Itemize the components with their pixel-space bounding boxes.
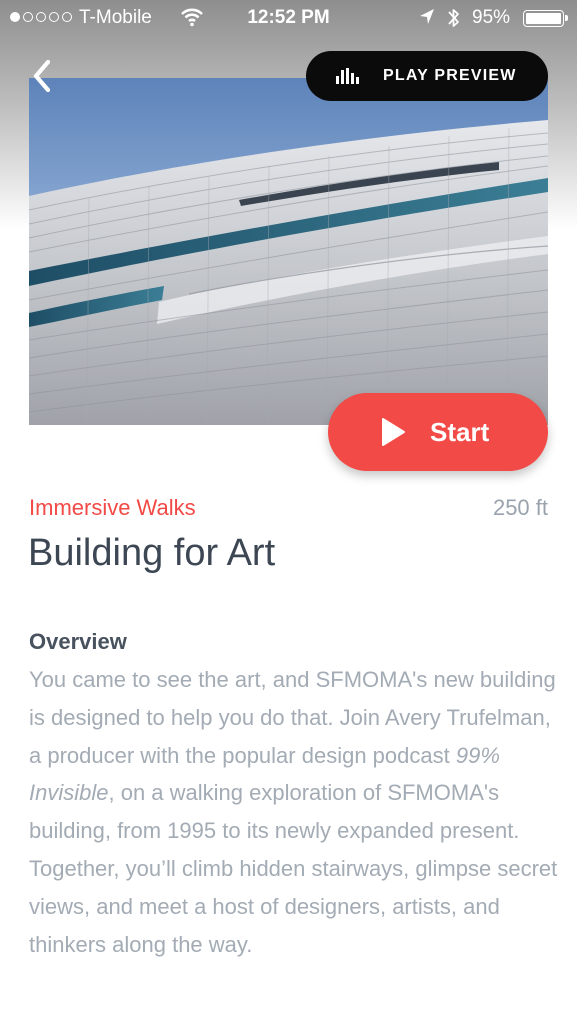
- chevron-left-icon: [33, 59, 51, 93]
- battery-percent: 95%: [472, 7, 511, 28]
- tour-title: Building for Art: [28, 532, 276, 574]
- overview-text-part2: , on a walking exploration of SFMOMA's b…: [29, 780, 558, 957]
- play-preview-button[interactable]: PLAY PREVIEW: [306, 51, 548, 101]
- bluetooth-icon: [448, 9, 459, 27]
- play-preview-label: PLAY PREVIEW: [383, 67, 517, 84]
- tour-category: Immersive Walks: [29, 495, 196, 520]
- tour-distance: 250 ft: [492, 495, 548, 520]
- overview-text: You came to see the art, and SFMOMA's ne…: [29, 661, 559, 963]
- location-arrow-icon: [420, 9, 434, 24]
- hero-image: [29, 78, 548, 425]
- start-button[interactable]: Start: [328, 393, 548, 471]
- audio-bars-icon: [336, 68, 359, 84]
- start-label: Start: [430, 416, 490, 447]
- play-icon: [382, 418, 405, 446]
- battery-icon: [523, 10, 568, 27]
- status-bar: T-Mobile 12:52 PM 95%: [0, 0, 577, 38]
- overview-heading: Overview: [29, 629, 127, 654]
- back-button[interactable]: [26, 56, 58, 96]
